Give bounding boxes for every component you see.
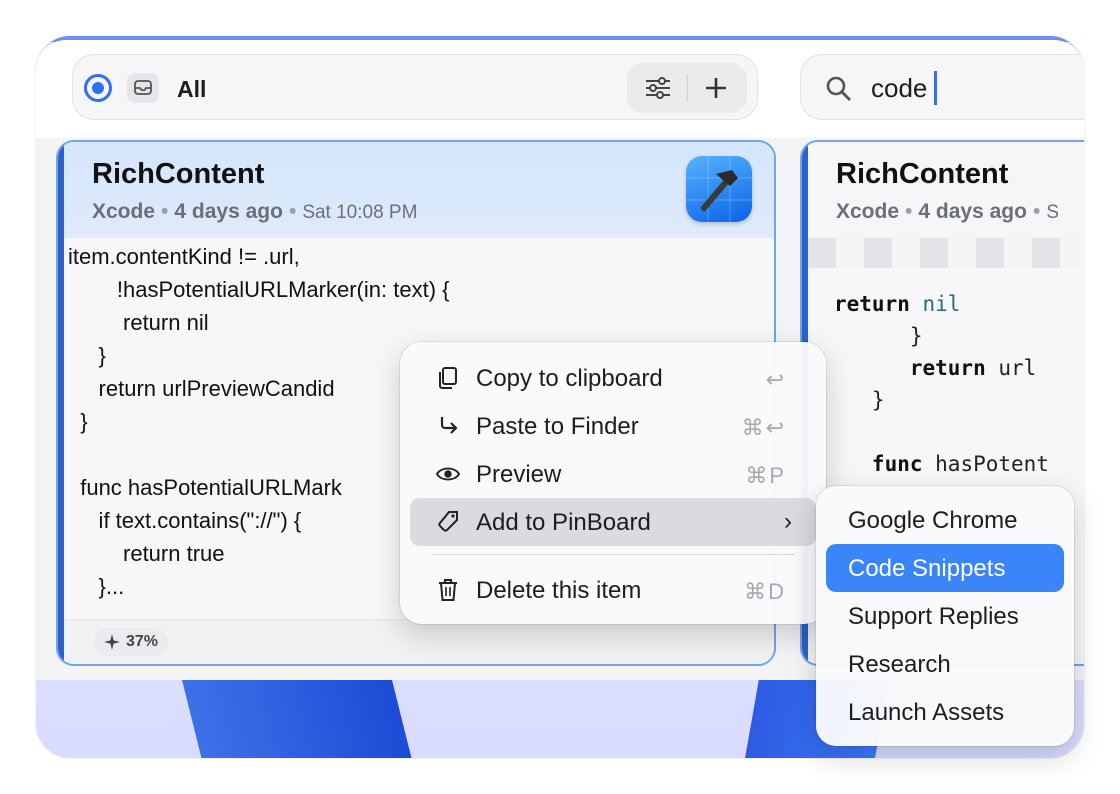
- card-age: 4 days ago: [174, 200, 283, 223]
- submenu-item-label: Google Chrome: [848, 507, 1018, 534]
- submenu-item-google-chrome[interactable]: Google Chrome: [826, 496, 1064, 544]
- add-button[interactable]: [691, 68, 741, 108]
- menu-item-add-to-pinboard[interactable]: Add to PinBoard ›: [410, 498, 816, 546]
- code-line: item.contentKind != .url,: [68, 244, 300, 269]
- sliders-button[interactable]: [633, 68, 683, 108]
- copy-icon: [436, 366, 460, 390]
- paste-arrow-icon: [436, 414, 460, 438]
- submenu-item-label: Code Snippets: [848, 555, 1006, 582]
- menu-item-label: Delete this item: [476, 577, 642, 604]
- search-field[interactable]: code: [800, 54, 1084, 120]
- code-line: return urlPreviewCandid: [68, 376, 335, 401]
- card-meta: Xcode • 4 days ago • Sat 10:08 PM: [92, 200, 418, 223]
- submenu-item-label: Support Replies: [848, 603, 1019, 630]
- shortcut-hint: ↩: [765, 367, 786, 392]
- sliders-icon: [646, 77, 670, 99]
- eye-icon: [436, 462, 460, 486]
- menu-separator: [432, 554, 794, 555]
- plus-icon: [706, 78, 726, 98]
- card-age: 4 days ago: [918, 200, 1027, 223]
- menu-item-copy[interactable]: Copy to clipboard ↩: [410, 354, 816, 402]
- code-line: return url: [834, 356, 1037, 380]
- card-footer: 37%: [64, 619, 774, 664]
- menu-item-preview[interactable]: Preview ⌘P: [410, 450, 816, 498]
- code-line: if text.contains("://") {: [68, 508, 302, 533]
- divider: [687, 75, 688, 101]
- submenu-item-research[interactable]: Research: [826, 640, 1064, 688]
- match-percent: 37%: [126, 633, 159, 650]
- chevron-right-icon: ›: [784, 508, 792, 535]
- card-header: RichContent Xcode • 4 days ago • Sat 10:08 P…: [64, 142, 774, 238]
- filter-bar: All: [72, 54, 758, 120]
- code-line: }: [68, 343, 106, 368]
- code-line: func hasPotentialURLMark: [68, 475, 342, 500]
- card-meta: Xcode • 4 days ago • S: [836, 200, 1059, 223]
- text-caret: [934, 71, 937, 105]
- match-badge: 37%: [94, 628, 169, 656]
- card-header: RichContent Xcode • 4 days ago • S: [808, 142, 1084, 238]
- card-app: Xcode: [92, 200, 156, 223]
- context-menu: Copy to clipboard ↩ Paste to Finder ⌘↩ P…: [400, 342, 826, 624]
- search-icon: [826, 76, 851, 101]
- submenu-item-code-snippets[interactable]: Code Snippets: [826, 544, 1064, 592]
- card-time: S: [1046, 202, 1059, 223]
- toolbar-button-group: [627, 63, 747, 113]
- code-line: }: [68, 409, 88, 434]
- search-input[interactable]: code: [871, 73, 927, 104]
- radio-selected-icon[interactable]: [84, 74, 112, 102]
- shortcut-hint: ⌘P: [745, 463, 786, 488]
- menu-item-paste[interactable]: Paste to Finder ⌘↩: [410, 402, 816, 450]
- card-time: Sat 10:08 PM: [302, 202, 418, 223]
- menu-item-label: Paste to Finder: [476, 413, 639, 440]
- code-line: func hasPotent: [834, 452, 1049, 476]
- pinboard-submenu: Google Chrome Code Snippets Support Repl…: [816, 486, 1074, 746]
- tray-icon[interactable]: [127, 73, 159, 103]
- trash-icon: [436, 578, 460, 602]
- card-title: RichContent: [836, 158, 1009, 190]
- code-line: }: [834, 324, 923, 348]
- submenu-item-label: Launch Assets: [848, 699, 1005, 726]
- menu-item-label: Copy to clipboard: [476, 365, 663, 392]
- menu-item-label: Add to PinBoard: [476, 509, 651, 536]
- submenu-item-label: Research: [848, 651, 951, 678]
- submenu-item-support-replies[interactable]: Support Replies: [826, 592, 1064, 640]
- xcode-app-icon: [686, 156, 752, 222]
- code-line: !hasPotentialURLMarker(in: text) {: [68, 277, 450, 302]
- code-line: }...: [68, 574, 125, 599]
- filter-label[interactable]: All: [177, 76, 206, 103]
- menu-item-delete[interactable]: Delete this item ⌘D: [410, 566, 816, 614]
- shortcut-hint: ⌘D: [744, 579, 786, 604]
- transparency-checker: [808, 238, 1084, 268]
- card-title: RichContent: [92, 158, 265, 190]
- code-line: return true: [68, 541, 225, 566]
- code-preview: item.contentKind != .url, !hasPotentialU…: [68, 240, 449, 603]
- card-app: Xcode: [836, 200, 900, 223]
- sparkle-icon: [104, 634, 120, 650]
- code-line: return nil: [68, 310, 209, 335]
- code-preview: return nil } return url } func hasPotent: [834, 288, 1049, 480]
- submenu-item-launch-assets[interactable]: Launch Assets: [826, 688, 1064, 736]
- tag-icon: [436, 510, 460, 534]
- code-line: }: [834, 388, 885, 412]
- menu-item-label: Preview: [476, 461, 562, 488]
- code-line: return nil: [834, 292, 961, 316]
- shortcut-hint: ⌘↩: [741, 415, 786, 440]
